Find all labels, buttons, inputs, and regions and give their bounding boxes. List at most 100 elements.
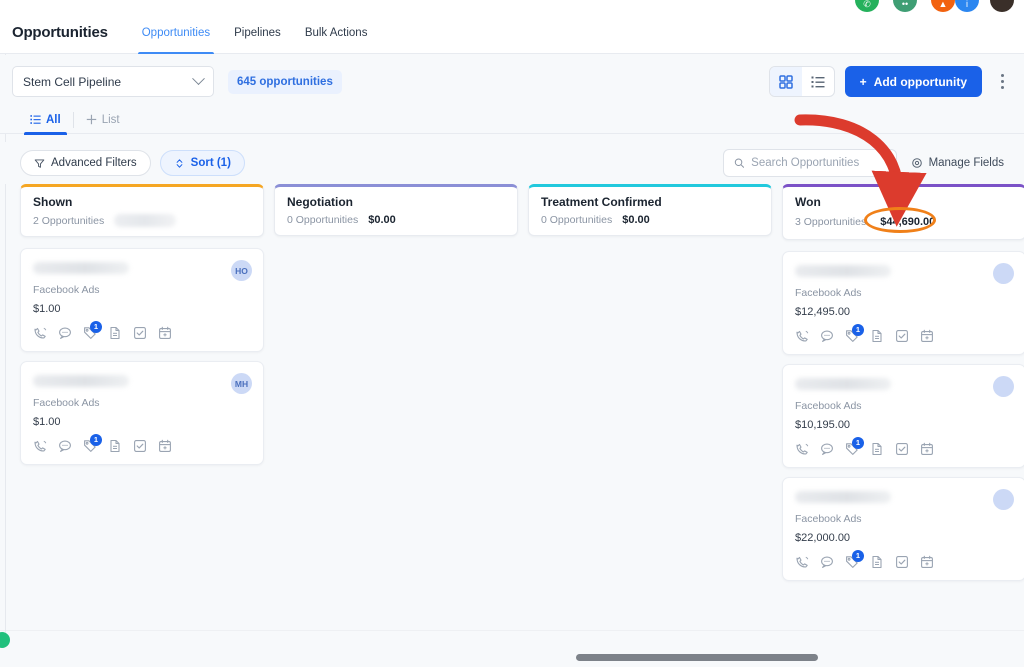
column-opportunity-count: 0 Opportunities (541, 214, 613, 226)
add-opportunity-button[interactable]: + Add opportunity (844, 66, 982, 97)
whatsapp-bubble[interactable]: ✆ (855, 0, 879, 12)
advanced-filters-button[interactable]: Advanced Filters (20, 150, 151, 176)
calendar-icon (159, 326, 171, 339)
column-total-amount: $0.00 (368, 214, 396, 226)
column-title: Negotiation (287, 195, 353, 209)
phone-icon[interactable] (795, 555, 809, 569)
tag-count-badge: 1 (90, 321, 102, 333)
list-view-button[interactable] (802, 67, 834, 96)
avatar (993, 376, 1014, 397)
task-icon[interactable] (895, 555, 909, 569)
subtab-all[interactable]: All (20, 106, 71, 135)
kebab-dot (1000, 80, 1004, 83)
manage-fields-label: Manage Fields (928, 157, 1004, 169)
advanced-filters-label: Advanced Filters (51, 157, 137, 169)
column-title: Treatment Confirmed (541, 195, 662, 209)
pipeline-select-value: Stem Cell Pipeline (23, 74, 122, 89)
chat-icon[interactable] (820, 442, 834, 456)
horizontal-scrollbar[interactable] (576, 654, 818, 661)
task-icon (896, 330, 908, 342)
column-cards: Facebook Ads $12,495.00 1 Facebook Ads $10,1… (782, 251, 1024, 581)
kanban-column: Shown 2 Opportunities Facebook Ads $1.00 1 HO… (20, 184, 264, 630)
document-icon[interactable] (870, 329, 884, 343)
phone-icon[interactable] (33, 326, 47, 340)
card-amount: $12,495.00 (795, 306, 851, 318)
tag-icon[interactable]: 1 (83, 434, 102, 453)
sort-button[interactable]: Sort (1) (159, 150, 245, 176)
task-icon[interactable] (895, 442, 909, 456)
column-total-amount: $0.00 (622, 214, 650, 226)
card-amount: $1.00 (33, 303, 61, 315)
opportunity-card[interactable]: Facebook Ads $22,000.00 1 (782, 477, 1024, 581)
grid-view-button[interactable] (769, 67, 802, 96)
column-header[interactable]: Won 3 Opportunities $44,690.00 (782, 184, 1024, 240)
document-icon[interactable] (108, 326, 122, 340)
chat-icon[interactable] (58, 439, 72, 453)
calendar-icon[interactable] (158, 326, 172, 340)
more-options-button[interactable] (992, 68, 1012, 96)
kanban-column: Treatment Confirmed 0 Opportunities $0.00 (528, 184, 772, 630)
grid-icon (778, 74, 793, 89)
tag-icon[interactable]: 1 (845, 437, 864, 456)
search-box[interactable] (722, 149, 897, 177)
tag-icon[interactable]: 1 (845, 550, 864, 569)
tag-icon[interactable]: 1 (83, 321, 102, 340)
filter-row: Advanced Filters Sort (1) Search Opportu… (0, 142, 1024, 184)
opportunity-count-badge[interactable]: 645 opportunities (228, 69, 342, 94)
column-header[interactable]: Treatment Confirmed 0 Opportunities $0.00 (528, 184, 772, 236)
opportunity-card[interactable]: Facebook Ads $1.00 1 MH (20, 361, 264, 465)
document-icon[interactable] (108, 439, 122, 453)
subtab-list[interactable]: List (76, 106, 130, 134)
opportunity-card[interactable]: Facebook Ads $1.00 1 HO (20, 248, 264, 352)
column-header[interactable]: Shown 2 Opportunities (20, 184, 264, 237)
info-bubble[interactable]: i (955, 0, 979, 12)
kanban-board[interactable]: Shown 2 Opportunities Facebook Ads $1.00 1 HO… (0, 184, 1024, 630)
search-input[interactable] (751, 157, 886, 169)
phone-icon[interactable] (795, 329, 809, 343)
document-icon[interactable] (870, 555, 884, 569)
calendar-icon[interactable] (158, 439, 172, 453)
phone-icon (796, 556, 809, 568)
tag-count-badge: 1 (90, 434, 102, 446)
card-source: Facebook Ads (33, 284, 100, 296)
pipeline-select[interactable]: Stem Cell Pipeline (12, 66, 214, 97)
tab-opportunities[interactable]: Opportunities (130, 12, 222, 54)
card-contact-name-redacted (33, 262, 129, 274)
tab-bulk-actions[interactable]: Bulk Actions (293, 12, 380, 54)
toolbar-right: + Add opportunity (768, 66, 1012, 97)
chat-icon[interactable] (820, 329, 834, 343)
chat-icon[interactable] (820, 555, 834, 569)
phone-icon (796, 330, 809, 342)
task-icon[interactable] (133, 326, 147, 340)
calendar-icon[interactable] (920, 555, 934, 569)
task-icon[interactable] (133, 439, 147, 453)
subtab-divider (72, 111, 74, 128)
phone-icon[interactable] (795, 442, 809, 456)
gear-icon (911, 158, 922, 168)
phone-icon (34, 327, 47, 339)
notification-bubble[interactable]: ▲ (931, 0, 955, 12)
card-action-icons: 1 (795, 324, 1013, 343)
manage-fields-button[interactable]: Manage Fields (911, 157, 1004, 169)
document-icon[interactable] (870, 442, 884, 456)
card-action-icons: 1 (795, 550, 1013, 569)
user-avatar[interactable] (990, 0, 1014, 12)
task-icon[interactable] (895, 329, 909, 343)
sort-icon (176, 158, 183, 168)
search-icon (734, 158, 744, 168)
card-amount: $1.00 (33, 416, 61, 428)
card-action-icons: 1 (33, 434, 251, 453)
app-header: Opportunities Opportunities Pipelines Bu… (0, 12, 1024, 54)
calendar-icon[interactable] (920, 442, 934, 456)
phone-icon[interactable] (33, 439, 47, 453)
tab-pipelines[interactable]: Pipelines (222, 12, 293, 54)
sort-label: Sort (1) (190, 157, 231, 169)
chat-bubble[interactable]: •• (893, 0, 917, 12)
calendar-icon[interactable] (920, 329, 934, 343)
chat-icon[interactable] (58, 326, 72, 340)
tag-icon[interactable]: 1 (845, 324, 864, 343)
opportunity-card[interactable]: Facebook Ads $12,495.00 1 (782, 251, 1024, 355)
chat-icon (821, 556, 833, 568)
opportunity-card[interactable]: Facebook Ads $10,195.00 1 (782, 364, 1024, 468)
column-header[interactable]: Negotiation 0 Opportunities $0.00 (274, 184, 518, 236)
